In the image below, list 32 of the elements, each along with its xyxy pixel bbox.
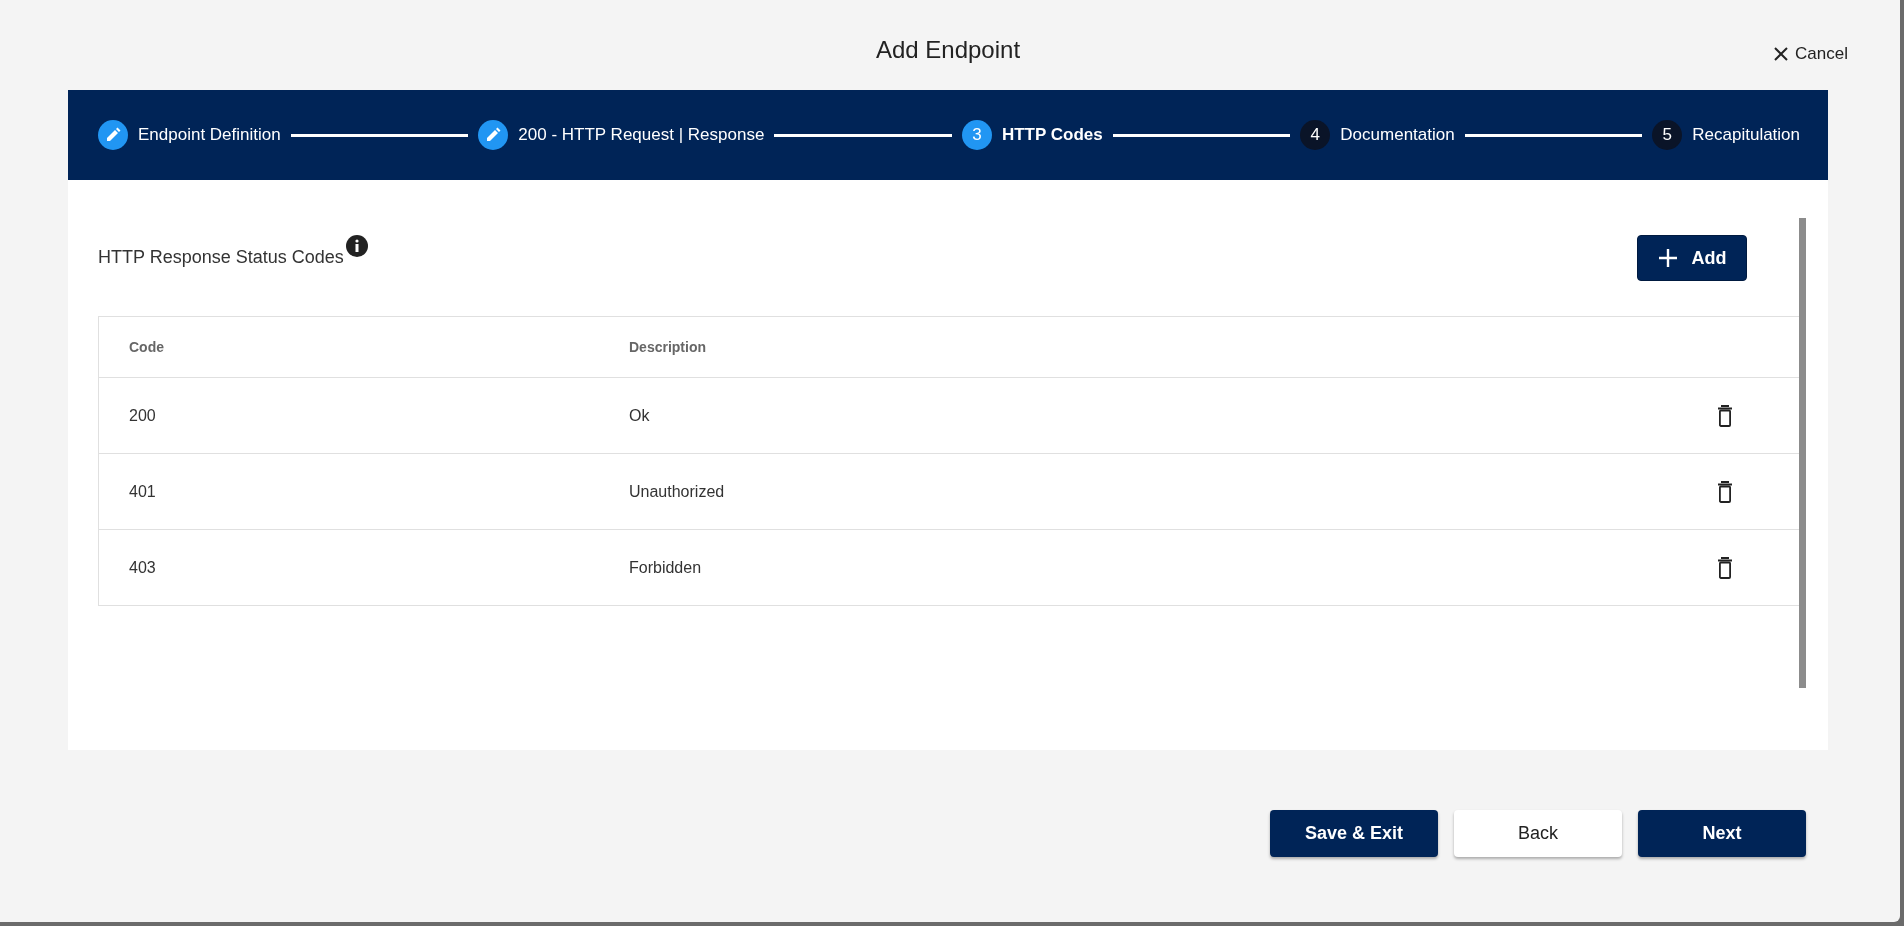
table-cell-text: 200 <box>128 406 157 425</box>
step-tab[interactable]: 3 HTTP Codes <box>961 120 1103 150</box>
table-cell-text: 403 <box>128 558 157 577</box>
add-button[interactable]: Add <box>1637 235 1747 281</box>
close-icon <box>1773 46 1790 62</box>
step-number: 5 <box>1652 120 1683 150</box>
dialog-title: Add Endpoint <box>875 36 1021 64</box>
table-cell-text: Unauthorized <box>628 482 726 501</box>
column-header: Code <box>128 339 165 355</box>
step-tab[interactable]: 4 Documentation <box>1300 120 1455 150</box>
scrollbar[interactable] <box>1799 218 1806 688</box>
trash-icon[interactable] <box>1717 556 1733 579</box>
pencil-icon <box>478 120 509 150</box>
action-button[interactable]: Save & Exit <box>1270 810 1438 857</box>
section-title: HTTP Response Status Codes <box>98 246 344 268</box>
action-button[interactable]: Next <box>1638 810 1806 857</box>
trash-icon[interactable] <box>1717 480 1733 503</box>
step-number: 3 <box>961 120 992 150</box>
step-number: 4 <box>1300 120 1331 150</box>
pencil-icon <box>98 120 128 150</box>
column-header: Description <box>628 339 707 355</box>
trash-icon[interactable] <box>1717 404 1733 427</box>
step-tab[interactable]: 200 - HTTP Request | Response <box>478 120 765 150</box>
plus-icon <box>1657 248 1678 268</box>
table-cell-text: 401 <box>128 482 157 501</box>
info-icon[interactable] <box>345 235 368 257</box>
cancel-button[interactable]: Cancel <box>1771 42 1850 66</box>
step-tab[interactable]: 5 Recapitulation <box>1652 120 1801 150</box>
table-cell-text: Ok <box>628 406 651 425</box>
back-button[interactable]: Back <box>1454 810 1622 857</box>
table-cell-text: Forbidden <box>628 558 703 577</box>
step-tab[interactable]: Endpoint Definition <box>98 120 281 150</box>
